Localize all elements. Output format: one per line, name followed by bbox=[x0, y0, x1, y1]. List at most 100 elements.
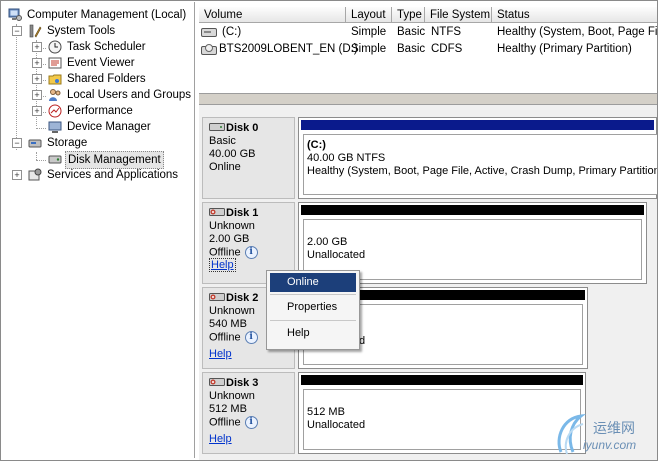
volume-file-system: CDFS bbox=[431, 43, 463, 55]
partition-size: 512 MB bbox=[307, 406, 345, 418]
volume-name: (C:) bbox=[222, 26, 242, 38]
info-icon[interactable]: i bbox=[244, 331, 258, 344]
column-header-file-system[interactable]: File System bbox=[425, 7, 492, 23]
partition-size: 40.00 GB NTFS bbox=[307, 152, 386, 164]
tree-label-device-manager: Device Manager bbox=[67, 121, 151, 133]
tree-item-root[interactable]: Computer Management (Local) bbox=[8, 7, 194, 23]
help-link[interactable]: Help bbox=[209, 348, 232, 360]
tree-label-event-viewer: Event Viewer bbox=[67, 57, 135, 69]
collapse-icon[interactable]: − bbox=[12, 138, 22, 148]
disk-name: Disk 3 bbox=[226, 377, 259, 389]
disk-state: Online bbox=[209, 161, 241, 173]
disk-state: Offline bbox=[209, 331, 241, 344]
tree-item-services[interactable]: Services and Applications bbox=[28, 167, 194, 183]
tree-item-device-manager[interactable]: Device Manager bbox=[48, 119, 194, 135]
computer-management-icon bbox=[8, 8, 22, 21]
disk-state: Offline bbox=[209, 246, 241, 259]
computer-management-window: Computer Management (Local) − System Too… bbox=[0, 0, 658, 461]
column-header-layout[interactable]: Layout bbox=[346, 7, 392, 23]
expand-icon[interactable]: + bbox=[32, 90, 42, 100]
menu-item-properties[interactable]: Properties bbox=[270, 298, 356, 317]
volume-layout: Simple bbox=[351, 26, 387, 38]
partition-title: (C:) bbox=[307, 139, 326, 151]
info-icon[interactable]: i bbox=[244, 416, 258, 429]
volume-status: Healthy (System, Boot, Page File bbox=[497, 26, 657, 38]
disk-type: Unknown bbox=[209, 220, 255, 232]
column-header-volume[interactable]: Volume bbox=[199, 7, 346, 23]
partition-details: 512 MB Unallocated bbox=[303, 389, 581, 450]
disk-type: Basic bbox=[209, 135, 236, 147]
partition-size: 2.00 GB bbox=[307, 236, 348, 248]
tree-item-disk-management[interactable]: Disk Management bbox=[48, 151, 194, 169]
tree-label-services: Services and Applications bbox=[47, 169, 179, 181]
navigation-tree: Computer Management (Local) − System Too… bbox=[2, 2, 195, 458]
tree-connector bbox=[36, 160, 46, 161]
volume-layout: Simple bbox=[351, 43, 387, 55]
menu-item-online[interactable]: Online bbox=[270, 273, 356, 292]
primary-partition-bar bbox=[301, 120, 654, 130]
watermark-logo-icon bbox=[557, 413, 586, 455]
disk-name: Disk 2 bbox=[226, 292, 259, 304]
watermark: 运维网 iyunv.com bbox=[553, 410, 657, 460]
tree-item-performance[interactable]: Performance bbox=[48, 103, 194, 119]
expand-icon[interactable]: + bbox=[32, 74, 42, 84]
watermark-cn-text: 运维网 bbox=[593, 421, 635, 437]
tree-connector bbox=[36, 128, 46, 129]
context-menu: Online Properties Help bbox=[266, 270, 360, 350]
volume-list: Volume Layout Type File System Status (C… bbox=[199, 7, 657, 93]
info-icon[interactable]: i bbox=[244, 246, 258, 259]
tree-item-event-viewer[interactable]: Event Viewer bbox=[48, 55, 194, 71]
volume-name: BTS2009LOBENT_EN (D:) bbox=[219, 43, 358, 55]
tree-connector bbox=[16, 24, 17, 150]
services-icon bbox=[28, 168, 42, 181]
tree-item-local-users[interactable]: Local Users and Groups bbox=[48, 87, 194, 103]
table-row[interactable]: (C:) Simple Basic NTFS Healthy (System, … bbox=[199, 24, 657, 41]
partition-status: Healthy (System, Boot, Page File, Active… bbox=[307, 165, 658, 177]
volume-file-system: NTFS bbox=[431, 26, 462, 38]
volume-type: Basic bbox=[397, 26, 426, 38]
unallocated-bar bbox=[301, 375, 583, 385]
disk-size: 40.00 GB bbox=[209, 148, 256, 160]
clock-icon bbox=[48, 40, 62, 54]
tree-item-system-tools[interactable]: System Tools bbox=[28, 23, 194, 39]
disk-size: 2.00 GB bbox=[209, 233, 250, 245]
offline-disk-icon bbox=[209, 208, 225, 216]
partition-c[interactable]: (C:) 40.00 GB NTFS Healthy (System, Boot… bbox=[298, 117, 657, 199]
pane-splitter[interactable] bbox=[199, 93, 657, 105]
partition-details: (C:) 40.00 GB NTFS Healthy (System, Boot… bbox=[303, 134, 658, 195]
volume-type: Basic bbox=[397, 43, 426, 55]
partition-status: Unallocated bbox=[307, 419, 366, 431]
expand-icon[interactable]: + bbox=[32, 106, 42, 116]
watermark-url-text: iyunv.com bbox=[583, 438, 637, 452]
expand-icon[interactable]: + bbox=[32, 42, 42, 52]
tree-label-performance: Performance bbox=[67, 105, 133, 117]
table-row[interactable]: BTS2009LOBENT_EN (D:) Simple Basic CDFS … bbox=[199, 41, 657, 58]
disk-name: Disk 0 bbox=[226, 122, 259, 134]
partition-status: Unallocated bbox=[307, 249, 366, 261]
column-header-type[interactable]: Type bbox=[392, 7, 425, 23]
collapse-icon[interactable]: − bbox=[12, 26, 22, 36]
menu-item-help[interactable]: Help bbox=[270, 324, 356, 343]
users-icon bbox=[49, 89, 61, 101]
unallocated-partition[interactable]: 512 MB Unallocated bbox=[298, 372, 586, 454]
help-link[interactable]: Help bbox=[209, 433, 232, 445]
disk-icon bbox=[209, 123, 225, 131]
tree-item-storage[interactable]: Storage bbox=[28, 135, 194, 151]
storage-icon bbox=[28, 139, 42, 148]
drive-icon bbox=[201, 28, 217, 37]
tree-label-task-scheduler: Task Scheduler bbox=[67, 41, 146, 53]
unallocated-bar bbox=[301, 205, 644, 215]
expand-icon[interactable]: + bbox=[32, 58, 42, 68]
tree-item-shared-folders[interactable]: Shared Folders bbox=[48, 71, 194, 87]
disk-name: Disk 1 bbox=[226, 207, 259, 219]
shared-folder-icon bbox=[48, 74, 62, 85]
menu-separator bbox=[270, 320, 356, 321]
disk-3-label[interactable]: Disk 3 Unknown 512 MB Offline i Help bbox=[202, 372, 295, 454]
disk-management-icon bbox=[48, 155, 62, 164]
tree-item-task-scheduler[interactable]: Task Scheduler bbox=[48, 39, 194, 55]
event-viewer-icon bbox=[48, 57, 62, 69]
expand-icon[interactable]: + bbox=[12, 170, 22, 180]
column-header-status[interactable]: Status bbox=[492, 7, 657, 23]
disk-0-label[interactable]: Disk 0 Basic 40.00 GB Online bbox=[202, 117, 295, 199]
help-link[interactable]: Help bbox=[209, 258, 236, 273]
